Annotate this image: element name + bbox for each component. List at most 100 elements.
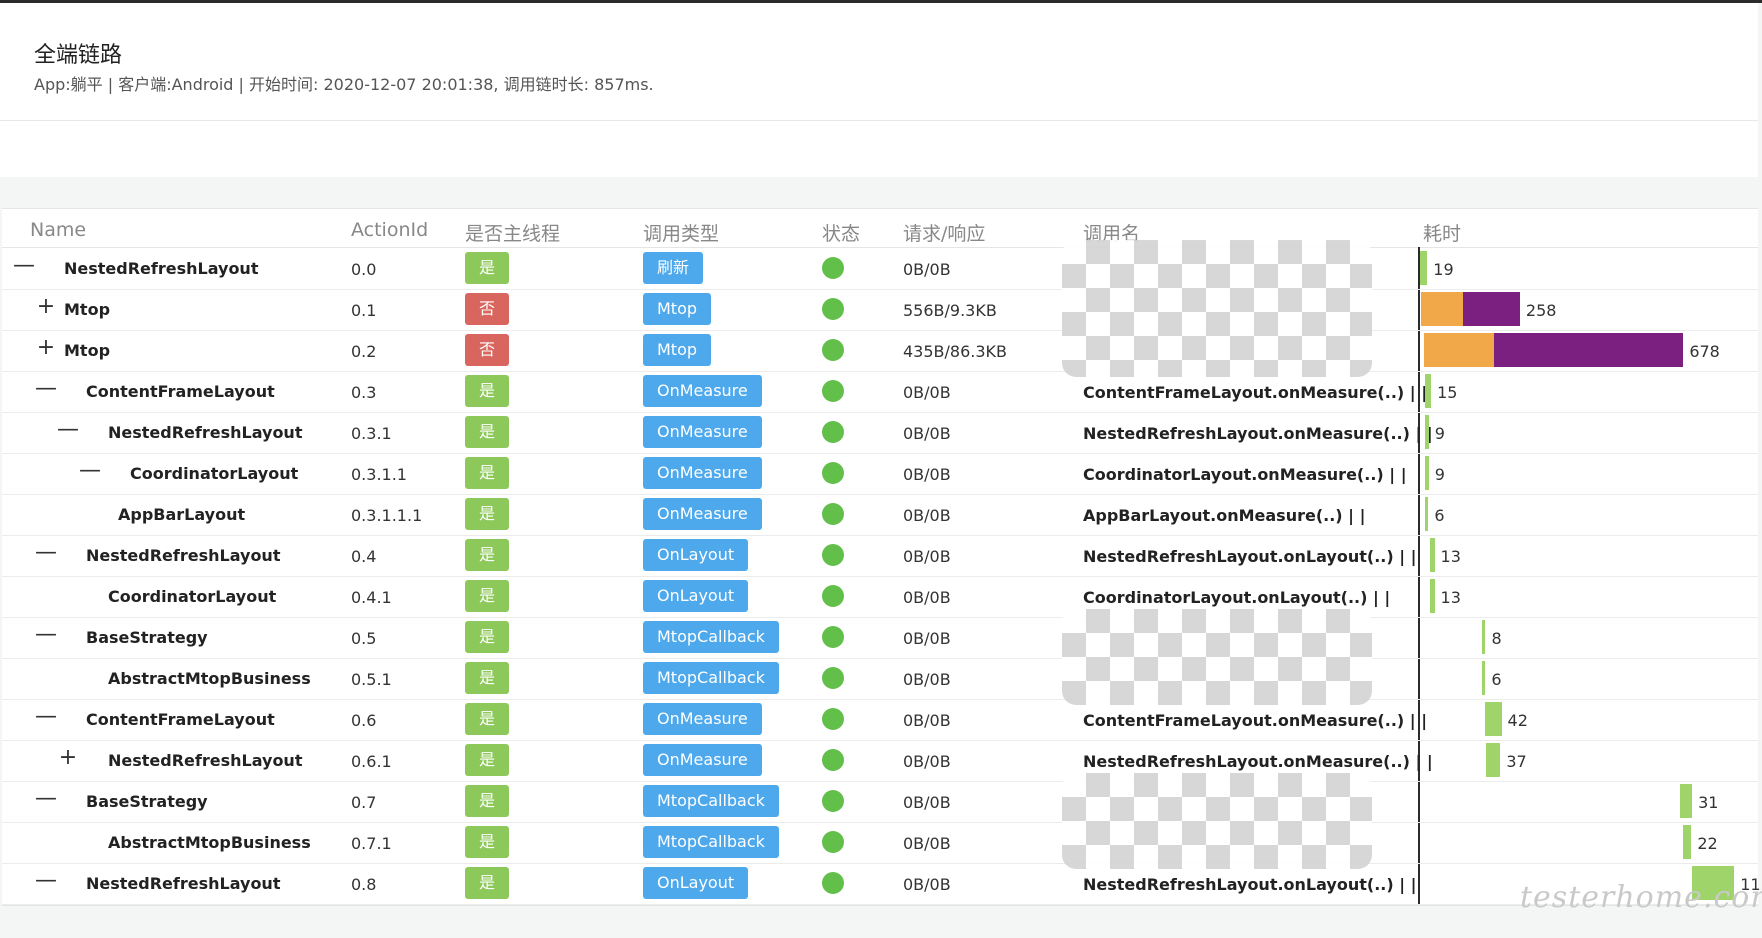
row-action-id: 0.7.1 xyxy=(351,834,392,853)
duration-bar[interactable] xyxy=(1485,702,1502,736)
main-thread-badge: 是 xyxy=(465,498,509,530)
request-response-size: 435B/86.3KB xyxy=(903,342,1007,361)
request-response-size: 0B/0B xyxy=(903,711,951,730)
watermark: testerhome.com xyxy=(1520,880,1762,915)
request-duration-bar[interactable] xyxy=(1421,292,1463,326)
table-row[interactable]: AppBarLayout 0.3.1.1.1 是 OnMeasure 0B/0B AppB… xyxy=(2,494,1758,536)
column-header-call-type[interactable]: 调用类型 xyxy=(643,219,719,246)
column-header-name[interactable]: Name xyxy=(30,219,86,241)
duration-bar[interactable] xyxy=(1425,374,1432,408)
redacted-call-name xyxy=(1062,773,1372,869)
expand-icon[interactable]: + xyxy=(35,296,57,318)
request-duration-bar[interactable] xyxy=(1423,333,1494,367)
main-thread-badge: 是 xyxy=(465,416,509,448)
row-name: CoordinatorLayout xyxy=(130,464,299,483)
call-name: NestedRefreshLayout.onLayout(..) | | xyxy=(1083,875,1417,894)
call-type-button[interactable]: OnMeasure xyxy=(643,498,762,530)
status-ok-icon xyxy=(822,544,844,566)
column-header-action-id[interactable]: ActionId xyxy=(351,219,428,241)
call-type-button[interactable]: OnLayout xyxy=(643,580,749,612)
table-row[interactable]: — NestedRefreshLayout 0.3.1 是 OnMeasure 0B/0B… xyxy=(2,412,1758,454)
collapse-icon[interactable]: — xyxy=(35,542,57,564)
column-header-request-response[interactable]: 请求/响应 xyxy=(903,219,985,246)
table-row[interactable]: + Mtop 0.2 否 Mtop 435B/86.3KB 678 xyxy=(2,330,1758,372)
call-type-button[interactable]: MtopCallback xyxy=(643,826,779,858)
duration-value: 13 xyxy=(1440,547,1461,566)
duration-bar[interactable] xyxy=(1429,538,1435,572)
request-response-size: 0B/0B xyxy=(903,875,951,894)
duration-bar[interactable] xyxy=(1682,825,1692,859)
call-type-button[interactable]: MtopCallback xyxy=(643,621,779,653)
column-header-status[interactable]: 状态 xyxy=(822,219,860,246)
call-type-button[interactable]: OnMeasure xyxy=(643,703,762,735)
request-response-size: 0B/0B xyxy=(903,834,951,853)
row-action-id: 0.3 xyxy=(351,383,377,402)
collapse-icon[interactable]: — xyxy=(35,706,57,728)
call-type-button[interactable]: OnMeasure xyxy=(643,416,762,448)
collapse-icon[interactable]: — xyxy=(35,378,57,400)
call-type-button[interactable]: 刷新 xyxy=(643,252,704,284)
call-type-button[interactable]: OnMeasure xyxy=(643,744,762,776)
collapse-icon[interactable]: — xyxy=(13,255,35,277)
response-duration-bar[interactable] xyxy=(1493,333,1684,367)
table-row[interactable]: — NestedRefreshLayout 0.0 是 刷新 0B/0B 19 xyxy=(2,248,1758,290)
table-row[interactable]: — BaseStrategy 0.7 是 MtopCallback 0B/0B 31 xyxy=(2,781,1758,823)
duration-value: 6 xyxy=(1491,670,1502,689)
table-row[interactable]: — NestedRefreshLayout 0.4 是 OnLayout 0B/0B Nes… xyxy=(2,535,1758,577)
duration-bar[interactable] xyxy=(1420,251,1428,285)
call-type-button[interactable]: MtopCallback xyxy=(643,662,779,694)
main-thread-badge: 是 xyxy=(465,826,509,858)
row-name: NestedRefreshLayout xyxy=(86,874,281,893)
duration-bar[interactable] xyxy=(1425,415,1429,449)
status-ok-icon xyxy=(822,872,844,894)
call-type-button[interactable]: OnMeasure xyxy=(643,457,762,489)
row-name: ContentFrameLayout xyxy=(86,382,275,401)
table-row[interactable]: CoordinatorLayout 0.4.1 是 OnLayout 0B/0B Coor… xyxy=(2,576,1758,618)
duration-bar[interactable] xyxy=(1482,620,1486,654)
call-type-button[interactable]: OnMeasure xyxy=(643,375,762,407)
request-response-size: 0B/0B xyxy=(903,424,951,443)
duration-bar[interactable] xyxy=(1486,743,1501,777)
duration-bar[interactable] xyxy=(1680,784,1693,818)
table-row[interactable]: — CoordinatorLayout 0.3.1.1 是 OnMeasure 0B/0B… xyxy=(2,453,1758,495)
duration-bar[interactable] xyxy=(1429,579,1435,613)
call-type-button[interactable]: OnLayout xyxy=(643,867,749,899)
collapse-icon[interactable]: — xyxy=(57,419,79,441)
row-action-id: 0.8 xyxy=(351,875,377,894)
table-row[interactable]: + Mtop 0.1 否 Mtop 556B/9.3KB 258 xyxy=(2,289,1758,331)
duration-value: 13 xyxy=(1440,588,1461,607)
table-row[interactable]: + NestedRefreshLayout 0.6.1 是 OnMeasure 0B/0B… xyxy=(2,740,1758,782)
duration-bar[interactable] xyxy=(1482,661,1486,695)
table-row[interactable]: AbstractMtopBusiness 0.5.1 是 MtopCallback 0B… xyxy=(2,658,1758,700)
duration-bar[interactable] xyxy=(1425,497,1429,531)
call-name: CoordinatorLayout.onLayout(..) | | xyxy=(1083,588,1391,607)
call-type-button[interactable]: OnLayout xyxy=(643,539,749,571)
main-thread-badge: 是 xyxy=(465,785,509,817)
row-action-id: 0.2 xyxy=(351,342,377,361)
request-response-size: 0B/0B xyxy=(903,793,951,812)
response-duration-bar[interactable] xyxy=(1462,292,1520,326)
column-header-main-thread[interactable]: 是否主线程 xyxy=(465,219,560,246)
collapse-icon[interactable]: — xyxy=(79,460,101,482)
table-row[interactable]: — ContentFrameLayout 0.3 是 OnMeasure 0B/0B Con… xyxy=(2,371,1758,413)
table-row[interactable]: — NestedRefreshLayout 0.8 是 OnLayout 0B/0B Nes… xyxy=(2,863,1762,905)
expand-icon[interactable]: + xyxy=(57,747,79,769)
collapse-icon[interactable]: — xyxy=(35,870,57,892)
table-row[interactable]: — ContentFrameLayout 0.6 是 OnMeasure 0B/0B Con… xyxy=(2,699,1758,741)
duration-value: 19 xyxy=(1433,260,1454,279)
duration-bar[interactable] xyxy=(1425,456,1429,490)
collapse-icon[interactable]: — xyxy=(35,788,57,810)
call-type-button[interactable]: MtopCallback xyxy=(643,785,779,817)
column-header-duration[interactable]: 耗时 xyxy=(1423,219,1461,246)
expand-icon[interactable]: + xyxy=(35,337,57,359)
request-response-size: 0B/0B xyxy=(903,547,951,566)
call-type-button[interactable]: Mtop xyxy=(643,334,712,366)
table-row[interactable]: — BaseStrategy 0.5 是 MtopCallback 0B/0B 8 xyxy=(2,617,1758,659)
call-type-button[interactable]: Mtop xyxy=(643,293,712,325)
collapse-icon[interactable]: — xyxy=(35,624,57,646)
duration-value: 6 xyxy=(1434,506,1445,525)
status-ok-icon xyxy=(822,708,844,730)
row-name: CoordinatorLayout xyxy=(108,587,277,606)
call-name: ContentFrameLayout.onMeasure(..) | | xyxy=(1083,383,1428,402)
table-row[interactable]: AbstractMtopBusiness 0.7.1 是 MtopCallback 0B… xyxy=(2,822,1758,864)
